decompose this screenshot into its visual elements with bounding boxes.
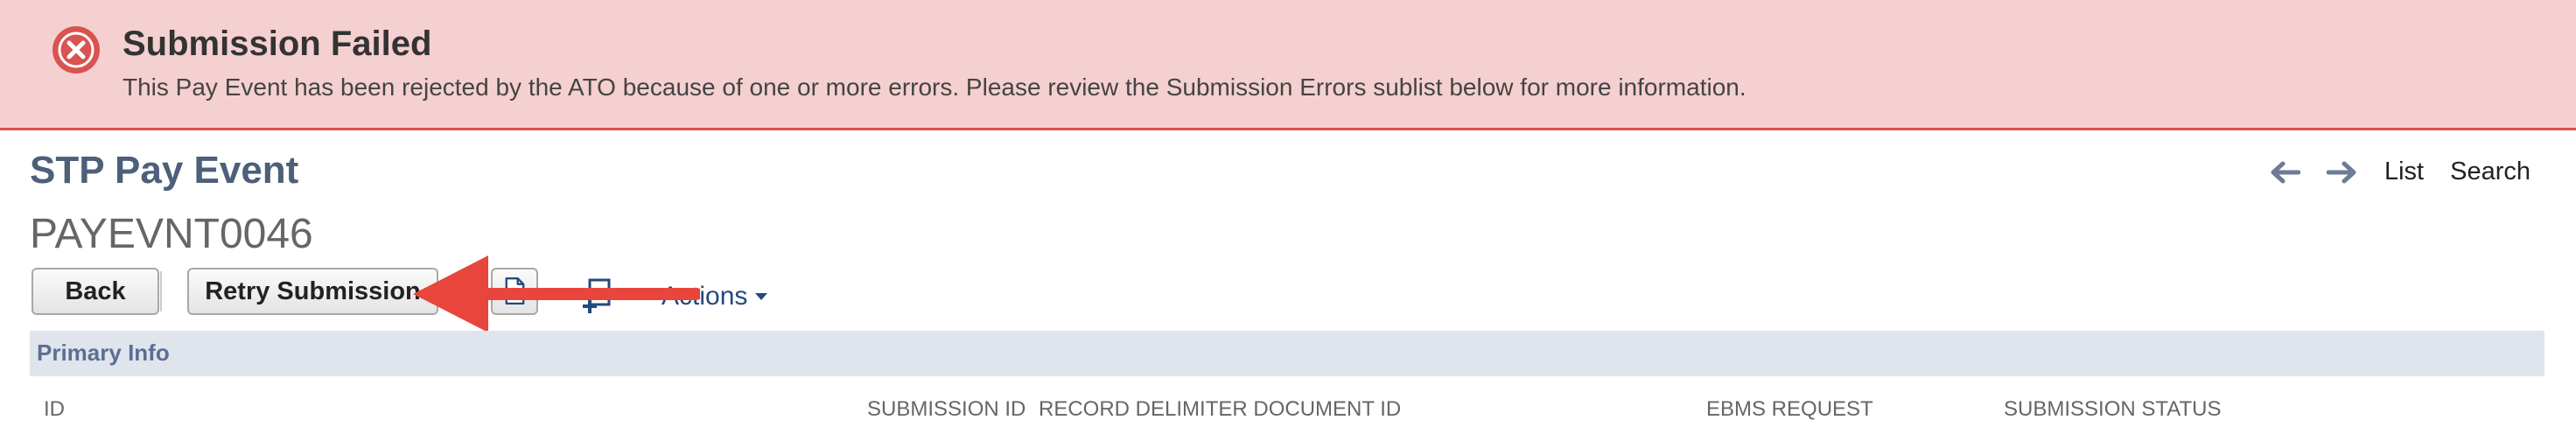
record-navigation: List Search — [2269, 158, 2530, 186]
banner-message: This Pay Event has been rejected by the … — [122, 74, 1746, 101]
print-button[interactable] — [491, 268, 538, 315]
document-icon — [505, 277, 525, 305]
field-label-submission-id: SUBMISSION ID — [867, 397, 1026, 421]
arrow-left-icon[interactable] — [2269, 159, 2300, 186]
search-link[interactable]: Search — [2450, 158, 2530, 186]
actions-menu[interactable]: Actions — [662, 282, 768, 312]
new-record-menu[interactable] — [578, 276, 634, 315]
record-id: PAYEVNT0046 — [30, 211, 313, 257]
error-banner: Submission Failed This Pay Event has bee… — [0, 0, 2576, 130]
back-button[interactable]: Back — [32, 268, 159, 315]
error-circle-x-icon — [52, 26, 100, 74]
field-label-id: ID — [44, 397, 65, 421]
new-document-icon — [583, 278, 623, 313]
field-label-ebms-request: EBMS REQUEST — [1706, 397, 1873, 421]
stp-pay-event-page: Submission Failed This Pay Event has bee… — [0, 0, 2576, 427]
actions-label: Actions — [662, 282, 748, 311]
annotation-arrow-icon — [413, 256, 700, 332]
chevron-down-icon — [755, 293, 768, 300]
field-label-submission-status: SUBMISSION STATUS — [2004, 397, 2222, 421]
toolbar-divider — [160, 271, 162, 312]
banner-title: Submission Failed — [122, 24, 432, 63]
field-label-record-delimiter-document-id: RECORD DELIMITER DOCUMENT ID — [1039, 397, 1402, 421]
arrow-right-icon[interactable] — [2326, 159, 2358, 186]
page-title: STP Pay Event — [30, 149, 299, 192]
section-title: Primary Info — [37, 340, 170, 366]
retry-submission-button[interactable]: Retry Submission — [187, 268, 438, 315]
primary-info-section-header[interactable]: Primary Info — [30, 331, 2544, 376]
list-link[interactable]: List — [2384, 158, 2424, 186]
